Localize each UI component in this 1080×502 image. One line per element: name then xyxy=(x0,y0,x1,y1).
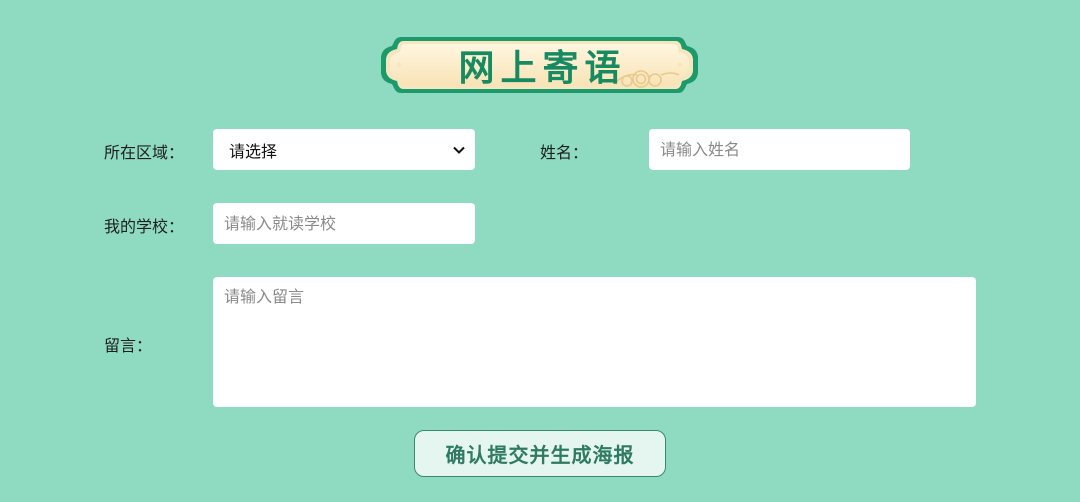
chevron-down-icon xyxy=(453,146,465,154)
title-plaque: 网上寄语 xyxy=(379,35,700,95)
page-title: 网上寄语 xyxy=(458,48,627,89)
name-input[interactable] xyxy=(649,129,910,170)
submit-generate-poster-button[interactable]: 确认提交并生成海报 xyxy=(414,430,666,477)
message-label: 留言： xyxy=(104,336,153,355)
region-selected-value: 请选择 xyxy=(229,141,278,161)
region-select[interactable]: 请选择 xyxy=(213,129,475,170)
school-input[interactable] xyxy=(213,203,475,244)
region-label: 所在区域： xyxy=(104,143,185,162)
school-label: 我的学校： xyxy=(104,217,185,236)
message-textarea[interactable] xyxy=(213,277,976,407)
message-form-page: 网上寄语 所在区域： 请选择 姓名： 我的学校： 留言： 确认提交并生成海报 xyxy=(0,0,1080,502)
name-label: 姓名： xyxy=(540,143,589,162)
